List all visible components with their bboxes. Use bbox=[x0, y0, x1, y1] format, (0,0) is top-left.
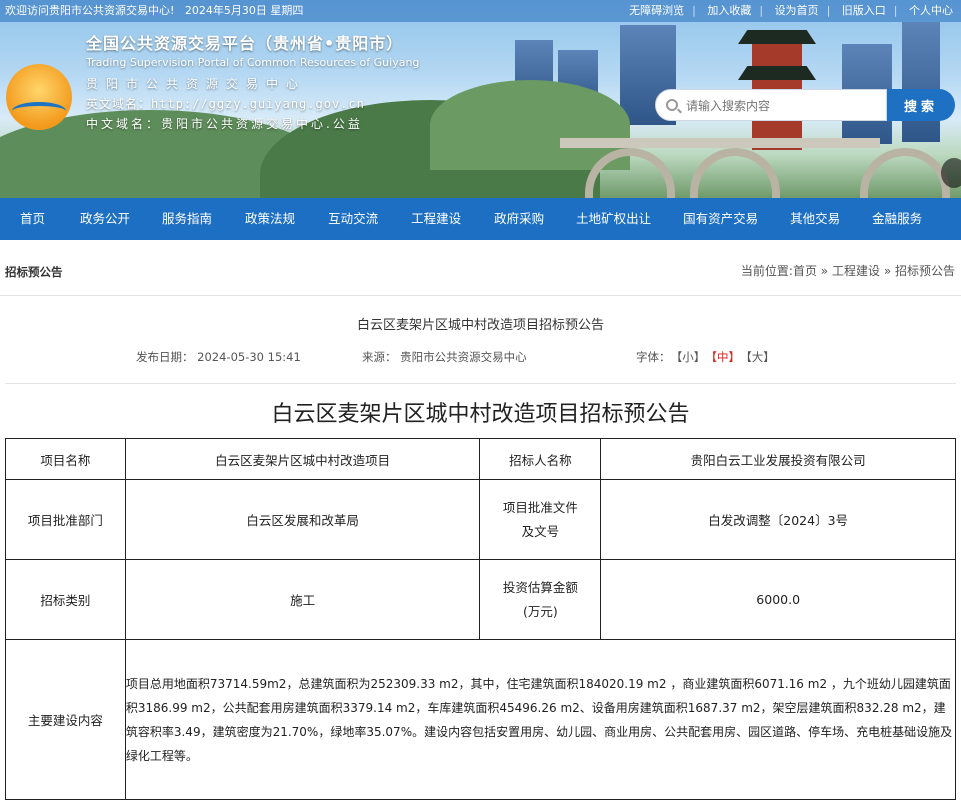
nav-land-mining[interactable]: 土地矿权出让 bbox=[576, 198, 651, 240]
table-row: 项目批准部门 白云区发展和改革局 项目批准文件及文号 白发改调整〔2024〕3号 bbox=[5, 479, 956, 560]
accessibility-link[interactable]: 无障碍浏览 bbox=[629, 4, 684, 17]
nav-policy[interactable]: 政策法规 bbox=[245, 198, 295, 240]
top-bar: 欢迎访问贵阳市公共资源交易中心! 2024年5月30日 星期四 无障碍浏览 | 加… bbox=[0, 0, 961, 22]
breadcrumb-bar: 招标预公告 当前位置:首页 » 工程建设 » 招标预公告 bbox=[0, 240, 961, 296]
nav-interaction[interactable]: 互动交流 bbox=[328, 198, 378, 240]
font-large-button[interactable]: 【大】 bbox=[746, 350, 775, 364]
set-homepage-link[interactable]: 设为首页 bbox=[775, 4, 819, 17]
center-name: 贵阳市公共资源交易中心 bbox=[86, 77, 307, 91]
logo-icon bbox=[6, 64, 72, 130]
table-key: 项目批准文件及文号 bbox=[479, 479, 602, 560]
nav-other-trade[interactable]: 其他交易 bbox=[790, 198, 840, 240]
jiaxiu-pavilion bbox=[738, 20, 816, 150]
content-title: 白云区麦架片区城中村改造项目招标预公告 bbox=[271, 402, 690, 427]
nav-gov-affairs[interactable]: 政务公开 bbox=[80, 198, 130, 240]
font-medium-button[interactable]: 【中】 bbox=[711, 350, 740, 364]
header-banner: 欢迎访问贵阳市公共资源交易中心! 2024年5月30日 星期四 无障碍浏览 | 加… bbox=[0, 0, 961, 198]
table-key: 项目批准部门 bbox=[5, 479, 126, 560]
nav-procurement[interactable]: 政府采购 bbox=[494, 198, 544, 240]
project-info-table: 项目名称 白云区麦架片区城中村改造项目 招标人名称 贵阳白云工业发展投资有限公司… bbox=[5, 438, 957, 800]
search-input[interactable] bbox=[686, 96, 876, 116]
table-key: 项目名称 bbox=[5, 438, 126, 480]
table-key: 投资估算金额(万元) bbox=[479, 559, 602, 640]
carousel-next-icon[interactable] bbox=[941, 158, 961, 188]
section-title: 招标预公告 bbox=[5, 265, 63, 279]
search-button[interactable]: 搜索 bbox=[887, 89, 955, 121]
table-row: 主要建设内容 项目总用地面积73714.59m2，总建筑面积为252309.33… bbox=[5, 639, 957, 800]
table-value: 施工 bbox=[124, 559, 481, 640]
article-source: 来源： 贵阳市公共资源交易中心 bbox=[362, 350, 527, 364]
nav-state-assets[interactable]: 国有资产交易 bbox=[683, 198, 758, 240]
main-nav: 首页 政务公开 服务指南 政策法规 互动交流 工程建设 政府采购 土地矿权出让 … bbox=[0, 198, 961, 240]
platform-title-en: Trading Supervision Portal of Common Res… bbox=[86, 56, 420, 69]
skyline-building bbox=[902, 22, 940, 142]
nav-finance[interactable]: 金融服务 bbox=[872, 198, 922, 240]
personal-center-link[interactable]: 个人中心 bbox=[909, 4, 953, 17]
cn-domain: 中文域名：贵阳市公共资源交易中心.公益 bbox=[86, 117, 363, 131]
platform-title: 全国公共资源交易平台（贵州省•贵阳市） bbox=[86, 34, 404, 53]
table-key: 招标类别 bbox=[5, 559, 126, 640]
add-favorite-link[interactable]: 加入收藏 bbox=[707, 4, 751, 17]
nav-engineering[interactable]: 工程建设 bbox=[411, 198, 461, 240]
breadcrumb-current[interactable]: 招标预公告 bbox=[895, 264, 955, 278]
table-value: 白发改调整〔2024〕3号 bbox=[600, 479, 956, 560]
table-value: 6000.0 bbox=[600, 559, 956, 640]
table-key: 招标人名称 bbox=[479, 438, 602, 480]
table-value: 贵阳白云工业发展投资有限公司 bbox=[600, 438, 956, 480]
nav-service-guide[interactable]: 服务指南 bbox=[162, 198, 212, 240]
table-value: 白云区麦架片区城中村改造项目 bbox=[124, 438, 481, 480]
search-box bbox=[655, 89, 887, 121]
breadcrumb-home[interactable]: 首页 bbox=[793, 264, 817, 278]
table-key: 主要建设内容 bbox=[5, 639, 126, 800]
table-row: 项目名称 白云区麦架片区城中村改造项目 招标人名称 贵阳白云工业发展投资有限公司 bbox=[5, 438, 956, 480]
breadcrumb: 当前位置:首页 » 工程建设 » 招标预公告 bbox=[740, 264, 955, 278]
breadcrumb-engineering[interactable]: 工程建设 bbox=[832, 264, 880, 278]
en-domain: 英文域名：http://ggzy.guiyang.gov.cn bbox=[86, 97, 365, 111]
welcome-text: 欢迎访问贵阳市公共资源交易中心! 2024年5月30日 星期四 bbox=[5, 4, 304, 17]
font-size-switch: 字体： 【小】 【中】 【大】 bbox=[636, 350, 775, 364]
article-title: 白云区麦架片区城中村改造项目招标预公告 bbox=[356, 318, 604, 333]
publish-date: 发布日期： 2024-05-30 15:41 bbox=[136, 350, 301, 364]
table-row: 招标类别 施工 投资估算金额(万元) 6000.0 bbox=[5, 559, 956, 640]
brand-block: 全国公共资源交易平台（贵州省•贵阳市） Trading Supervision … bbox=[86, 30, 419, 132]
table-value: 白云区发展和改革局 bbox=[124, 479, 481, 560]
nav-home[interactable]: 首页 bbox=[20, 198, 45, 240]
search-bar: 搜索 bbox=[655, 89, 955, 121]
search-icon bbox=[666, 99, 678, 111]
font-small-button[interactable]: 【小】 bbox=[677, 350, 706, 364]
construction-content: 项目总用地面积73714.59m2，总建筑面积为252309.33 m2，其中，… bbox=[124, 639, 957, 800]
current-date: 2024年5月30日 星期四 bbox=[184, 4, 304, 17]
old-version-link[interactable]: 旧版入口 bbox=[842, 4, 886, 17]
article-header: 白云区麦架片区城中村改造项目招标预公告 发布日期： 2024-05-30 15:… bbox=[5, 296, 956, 384]
